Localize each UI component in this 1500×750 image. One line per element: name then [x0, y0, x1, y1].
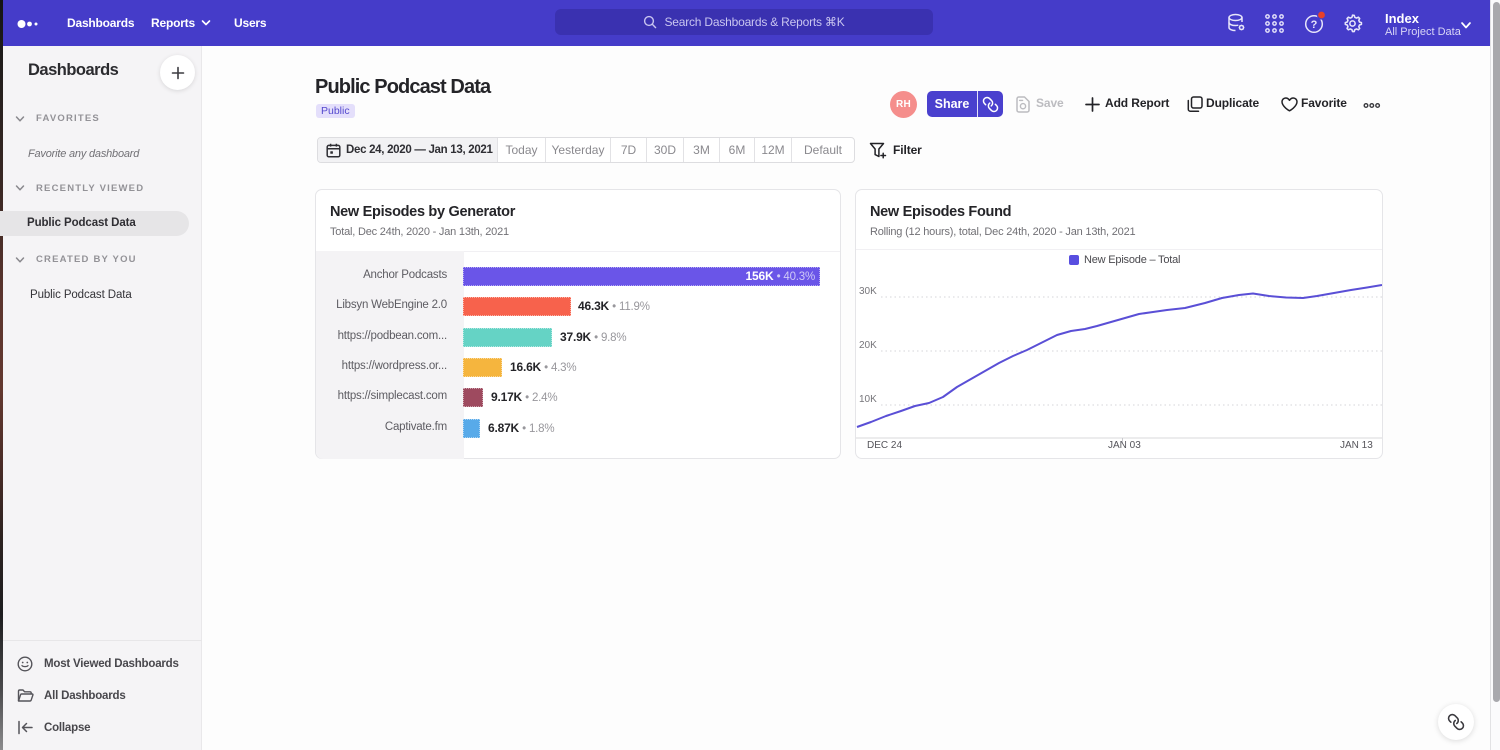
svg-text:?: ? — [1311, 19, 1318, 31]
